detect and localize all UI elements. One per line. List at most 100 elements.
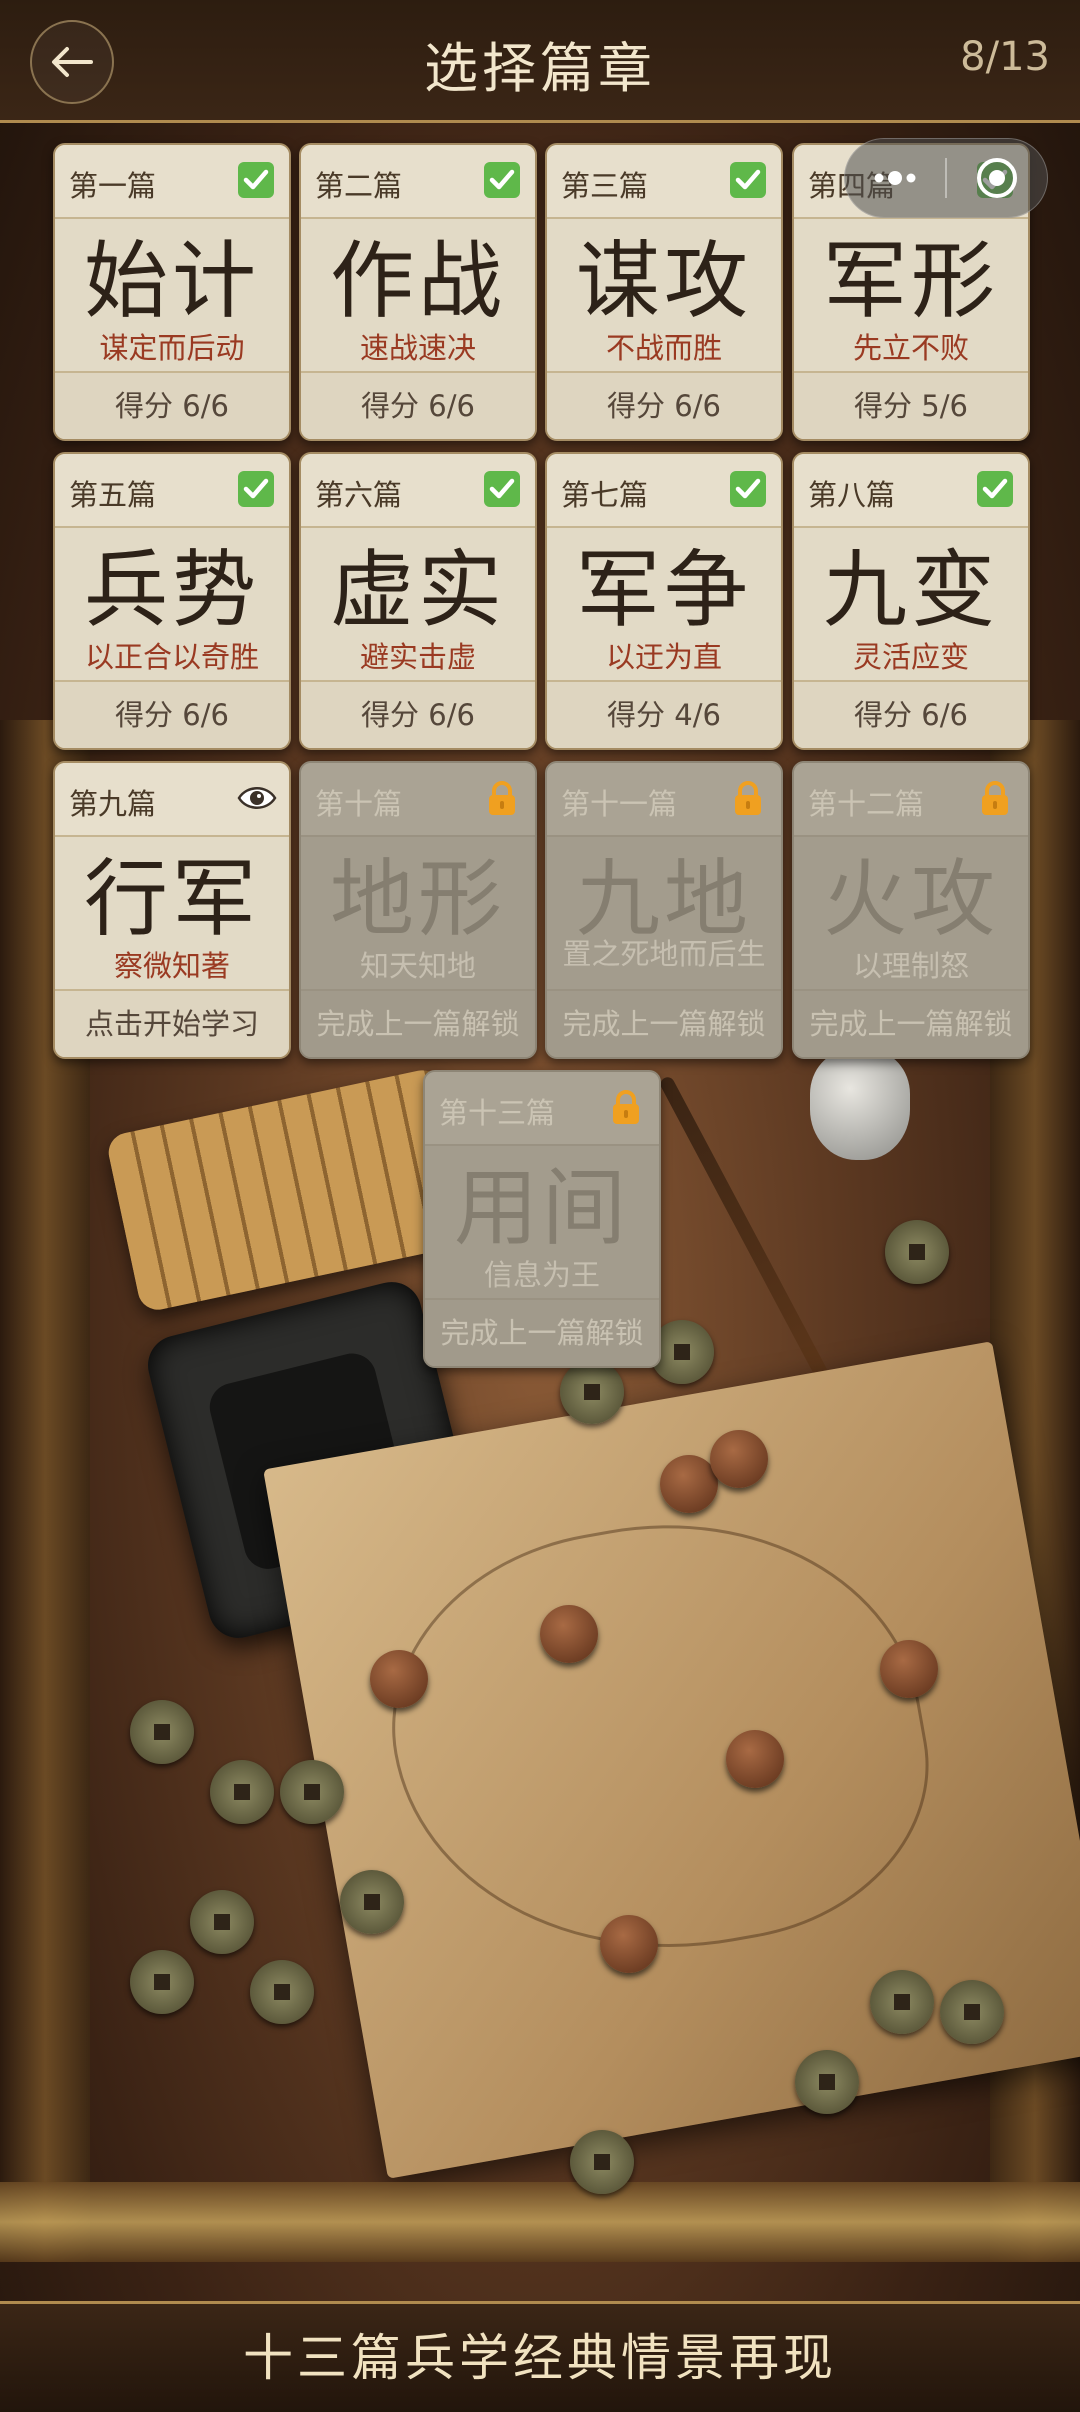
chess-piece-image xyxy=(710,1430,768,1488)
chapter-card-body: 虚实 避实击虚 xyxy=(301,528,535,680)
chapter-name: 谋攻 xyxy=(575,232,752,330)
chapter-motto: 不战而胜 xyxy=(605,331,722,365)
target-circle-icon xyxy=(977,158,1017,198)
chapter-status: 完成上一篇解锁 xyxy=(425,1298,659,1366)
chapter-status: 得分 6/6 xyxy=(301,371,535,439)
more-dots-icon xyxy=(874,171,916,185)
chapter-name: 作战 xyxy=(329,232,506,330)
chapter-status: 完成上一篇解锁 xyxy=(301,989,535,1057)
chapter-number: 第七篇 xyxy=(561,478,649,512)
chapter-name: 九变 xyxy=(822,541,999,639)
chapter-card[interactable]: 第九篇行军 察微知著点击开始学习 xyxy=(53,761,291,1059)
chapter-motto: 避实击虚 xyxy=(359,640,476,674)
chapter-number: 第五篇 xyxy=(69,478,157,512)
chapter-status: 完成上一篇解锁 xyxy=(547,989,781,1057)
chapter-card[interactable]: 第八篇 九变 灵活应变 得分 6/6 xyxy=(792,452,1030,750)
chapter-motto: 灵活应变 xyxy=(852,640,969,674)
coin-image xyxy=(870,1970,934,2034)
chapter-name: 九地 xyxy=(575,850,752,948)
checkbox-checked-icon xyxy=(237,161,275,199)
progress-counter: 8/13 xyxy=(960,34,1050,80)
chapter-card[interactable]: 第六篇 虚实 避实击虚 得分 6/6 xyxy=(299,452,537,750)
lock-icon xyxy=(976,779,1014,817)
coin-image xyxy=(190,1890,254,1954)
chapter-card-header: 第十篇 xyxy=(301,763,535,837)
chapter-name: 军争 xyxy=(575,541,752,639)
chapter-status: 点击开始学习 xyxy=(55,989,289,1057)
chapter-number: 第一篇 xyxy=(69,169,157,203)
coin-image xyxy=(940,1980,1004,2044)
header-bar: 选择篇章 8/13 xyxy=(0,0,1080,123)
chapter-name: 用间 xyxy=(453,1159,630,1257)
chess-piece-image xyxy=(540,1605,598,1663)
chapter-card: 第十二篇 火攻 以理制怒 完成上一篇解锁 xyxy=(792,761,1030,1059)
chapter-motto: 速战速决 xyxy=(359,331,476,365)
chapter-card-body: 地形 知天知地 xyxy=(301,837,535,989)
chapter-card-body: 兵势 以正合以奇胜 xyxy=(55,528,289,680)
chess-piece-image xyxy=(370,1650,428,1708)
chapter-name: 虚实 xyxy=(329,541,506,639)
chapter-number: 第十二篇 xyxy=(808,787,925,821)
chapter-number: 第三篇 xyxy=(561,169,649,203)
coin-image xyxy=(885,1220,949,1284)
chapter-card-body: 始计 谋定而后动 xyxy=(55,219,289,371)
chapter-status: 得分 4/6 xyxy=(547,680,781,748)
chapter-card-header: 第十三篇 xyxy=(425,1072,659,1146)
chapter-name: 始计 xyxy=(83,232,260,330)
chapter-card-body: 军争 以迂为直 xyxy=(547,528,781,680)
chapter-card[interactable]: 第五篇 兵势 以正合以奇胜 得分 6/6 xyxy=(53,452,291,750)
chapter-number: 第十篇 xyxy=(315,787,403,821)
chapter-number: 第六篇 xyxy=(315,478,403,512)
chapter-name: 兵势 xyxy=(83,541,260,639)
chapter-card-body: 谋攻 不战而胜 xyxy=(547,219,781,371)
chapter-status: 得分 6/6 xyxy=(55,680,289,748)
chapter-motto: 先立不败 xyxy=(852,331,969,365)
chess-piece-image xyxy=(880,1640,938,1698)
chapter-motto: 察微知著 xyxy=(113,949,230,983)
carved-frame-bottom xyxy=(0,2182,1080,2262)
coin-image xyxy=(210,1760,274,1824)
checkbox-checked-icon xyxy=(729,161,767,199)
close-miniprogram-button[interactable] xyxy=(947,139,1047,217)
chess-piece-image xyxy=(660,1455,718,1513)
chapter-card-header: 第一篇 xyxy=(55,145,289,219)
lock-icon xyxy=(729,779,767,817)
chapter-card-header: 第六篇 xyxy=(301,454,535,528)
chapter-number: 第十三篇 xyxy=(439,1096,556,1130)
menu-capsule xyxy=(844,138,1048,218)
coin-image xyxy=(570,2130,634,2194)
checkbox-checked-icon xyxy=(483,161,521,199)
chapter-number: 第九篇 xyxy=(69,787,157,821)
coin-image xyxy=(280,1760,344,1824)
chapter-card-header: 第九篇 xyxy=(55,763,289,837)
chapter-motto: 以理制怒 xyxy=(852,949,969,983)
checkbox-checked-icon xyxy=(237,470,275,508)
chapter-name: 行军 xyxy=(83,850,260,948)
chapter-card-header: 第三篇 xyxy=(547,145,781,219)
checkbox-checked-icon xyxy=(483,470,521,508)
chapter-motto: 以正合以奇胜 xyxy=(84,640,259,674)
lock-icon xyxy=(607,1088,645,1126)
chapter-card-body: 用间 信息为王 xyxy=(425,1146,659,1298)
page-title: 选择篇章 xyxy=(424,37,656,100)
chapter-card-header: 第十一篇 xyxy=(547,763,781,837)
chapter-status: 完成上一篇解锁 xyxy=(794,989,1028,1057)
chapter-card: 第十一篇 九地 置之死地而后生 完成上一篇解锁 xyxy=(545,761,783,1059)
chapter-card-body: 火攻 以理制怒 xyxy=(794,837,1028,989)
chapter-card[interactable]: 第一篇始计 谋定而后动 得分 6/6 xyxy=(53,143,291,441)
chapter-card[interactable]: 第七篇 军争 以迂为直 得分 4/6 xyxy=(545,452,783,750)
chapter-card[interactable]: 第二篇作战 速战速决得分 6/6 xyxy=(299,143,537,441)
chapter-status: 得分 6/6 xyxy=(55,371,289,439)
chapter-card-body: 九地 置之死地而后生 xyxy=(547,837,781,989)
chapter-name: 火攻 xyxy=(822,850,999,948)
ink-pot-image xyxy=(810,1050,910,1160)
chapter-number: 第二篇 xyxy=(315,169,403,203)
bamboo-scrolls-image xyxy=(105,1066,475,1314)
chapter-motto: 以迂为直 xyxy=(605,640,722,674)
chapter-motto: 置之死地而后生 xyxy=(562,937,766,971)
chapter-motto: 信息为王 xyxy=(483,1258,600,1292)
chess-piece-image xyxy=(726,1730,784,1788)
chapter-card-header: 第二篇 xyxy=(301,145,535,219)
chapter-card[interactable]: 第三篇 谋攻 不战而胜 得分 6/6 xyxy=(545,143,783,441)
more-button[interactable] xyxy=(845,139,945,217)
